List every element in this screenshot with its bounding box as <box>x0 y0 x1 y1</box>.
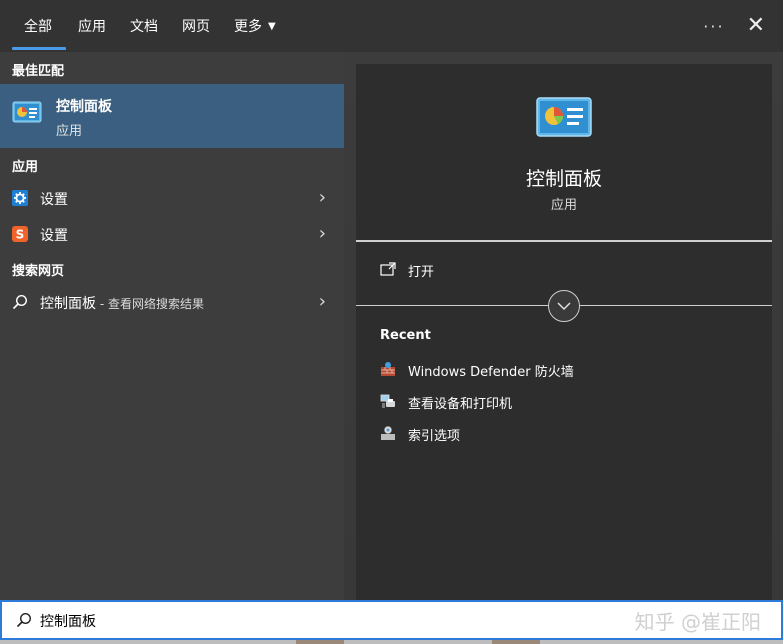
chevron-right-icon[interactable]: › <box>319 291 326 312</box>
close-icon[interactable]: ✕ <box>747 15 765 37</box>
best-match-heading: 最佳匹配 <box>12 64 65 79</box>
indexing-options-icon <box>381 426 395 440</box>
sogou-settings-icon: S <box>12 226 28 242</box>
app-result-label: 设置 <box>40 192 68 208</box>
recent-item-label: 查看设备和打印机 <box>408 397 513 412</box>
taskbar-edge <box>0 640 783 644</box>
search-window: 全部 应用 文档 网页 更多 ▼ ··· ✕ 最佳匹配 控制面板 应用 应用 设… <box>0 0 783 644</box>
app-result-settings[interactable]: 设置 › <box>0 181 344 215</box>
recent-item-devices-printers[interactable]: 查看设备和打印机 <box>380 392 740 414</box>
best-match-control-panel[interactable]: 控制面板 应用 <box>0 84 344 148</box>
tab-apps[interactable]: 应用 <box>66 0 118 52</box>
caret-down-icon: ▼ <box>268 20 276 32</box>
detail-type: 应用 <box>550 198 577 213</box>
web-search-result[interactable]: 控制面板 - 查看网络搜索结果 › <box>0 285 344 319</box>
search-icon <box>16 612 32 628</box>
expand-button[interactable] <box>548 290 580 322</box>
best-match-type: 应用 <box>56 124 83 139</box>
chevron-right-icon[interactable]: › <box>319 187 326 208</box>
recent-heading: Recent <box>380 328 431 343</box>
taskbar-segment <box>296 640 344 644</box>
search-bar: 知乎 @崔正阳 <box>0 600 783 640</box>
tab-web[interactable]: 网页 <box>170 0 222 52</box>
apps-heading: 应用 <box>12 160 39 175</box>
open-window-icon <box>380 262 396 276</box>
search-input[interactable] <box>40 608 600 634</box>
taskbar-segment <box>492 640 540 644</box>
chevron-down-icon <box>557 302 571 311</box>
control-panel-icon <box>536 97 592 137</box>
devices-printers-icon <box>380 394 395 408</box>
recent-item-firewall[interactable]: Windows Defender 防火墙 <box>380 360 740 382</box>
tab-actions: ··· ✕ <box>703 0 765 52</box>
open-action[interactable]: 打开 <box>380 260 580 284</box>
recent-item-label: 索引选项 <box>408 429 461 444</box>
web-search-heading: 搜索网页 <box>12 264 65 279</box>
detail-panel: 控制面板 应用 打开 Recent Windows Defender 防火墙 查… <box>356 64 772 600</box>
filter-tab-bar: 全部 应用 文档 网页 更多 ▼ ··· ✕ <box>0 0 783 52</box>
control-panel-icon <box>12 101 42 123</box>
search-icon <box>12 294 28 310</box>
detail-title: 控制面板 <box>525 168 602 190</box>
recent-item-indexing-options[interactable]: 索引选项 <box>380 424 740 446</box>
tab-documents[interactable]: 文档 <box>118 0 170 52</box>
tab-more[interactable]: 更多 ▼ <box>222 0 288 52</box>
chevron-right-icon[interactable]: › <box>319 223 326 244</box>
web-search-label: 控制面板 - 查看网络搜索结果 <box>40 296 204 312</box>
more-options-icon[interactable]: ··· <box>703 17 724 36</box>
app-result-sogou-settings[interactable]: S 设置 › <box>0 217 344 251</box>
results-panel: 最佳匹配 控制面板 应用 应用 设置 › S 设置 › 搜索网页 控制面板 - … <box>0 52 344 600</box>
divider <box>356 240 772 242</box>
svg-text:S: S <box>16 228 25 242</box>
recent-item-label: Windows Defender 防火墙 <box>408 365 574 380</box>
firewall-icon <box>381 362 395 376</box>
tab-all[interactable]: 全部 <box>0 0 66 52</box>
app-result-label: 设置 <box>40 228 68 244</box>
best-match-name: 控制面板 <box>56 99 112 115</box>
open-label: 打开 <box>408 265 435 280</box>
gear-icon <box>12 190 28 206</box>
watermark: 知乎 @崔正阳 <box>634 610 761 634</box>
